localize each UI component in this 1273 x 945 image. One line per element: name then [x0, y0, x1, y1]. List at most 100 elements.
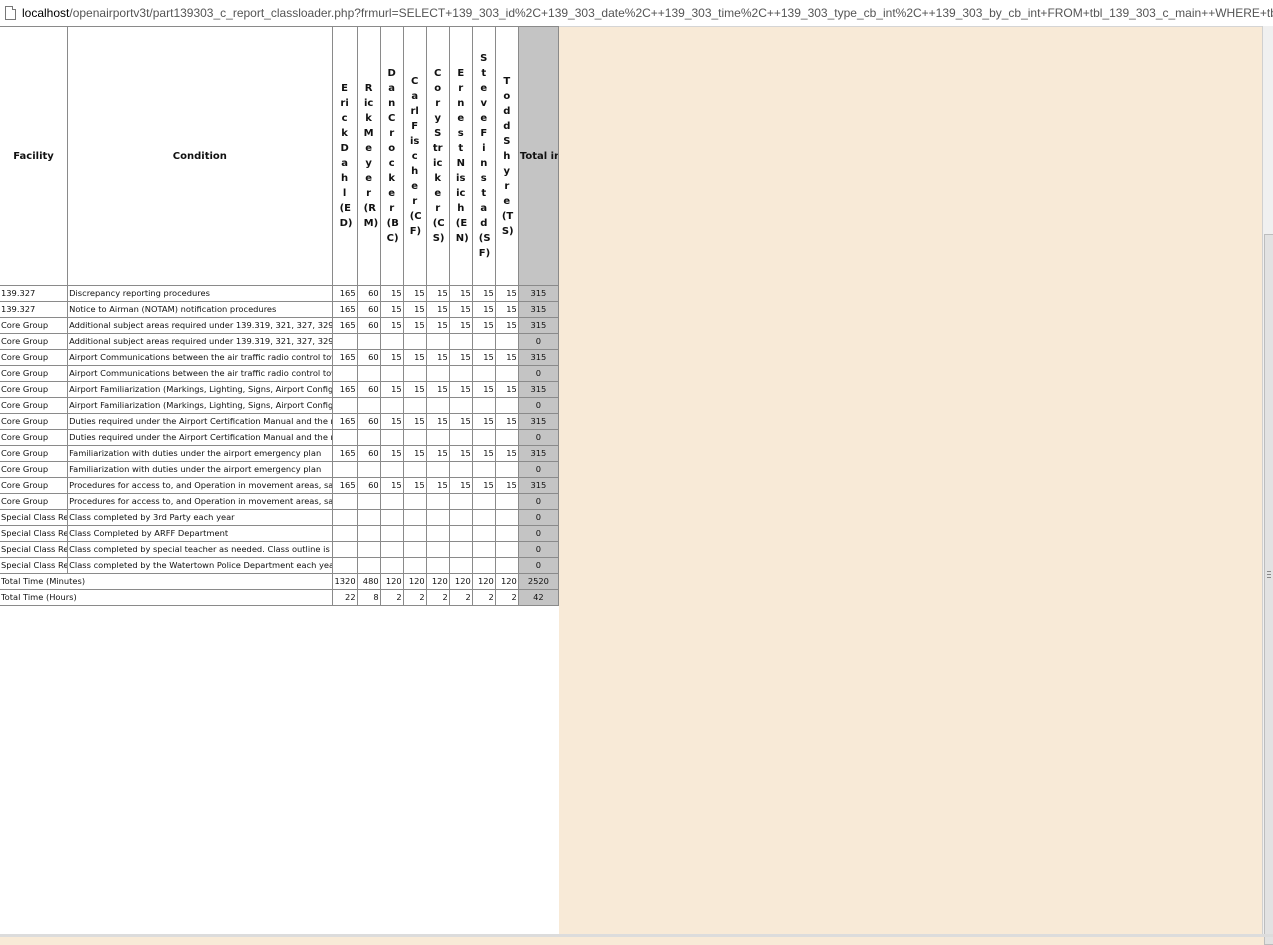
- minutes-cell: 15: [425, 413, 450, 430]
- minutes-cell: 15: [494, 413, 519, 430]
- minutes-cell: [494, 365, 519, 382]
- summary-value-cell: 120: [402, 573, 427, 590]
- minutes-cell: 60: [356, 477, 381, 494]
- summary-value-cell: 2: [494, 589, 519, 606]
- condition-cell: Familiarization with duties under the ai…: [67, 445, 333, 462]
- row-total-cell: 0: [517, 557, 559, 574]
- minutes-cell: [494, 397, 519, 414]
- row-total-cell: 315: [517, 301, 559, 318]
- minutes-cell: [425, 557, 450, 574]
- minutes-cell: [402, 525, 427, 542]
- condition-cell: Procedures for access to, and Operation …: [67, 477, 333, 494]
- summary-value-cell: 120: [494, 573, 519, 590]
- person-header: Dan Crocker (BC): [379, 26, 404, 286]
- minutes-cell: 15: [471, 413, 496, 430]
- minutes-cell: [331, 541, 358, 558]
- vertical-scrollbar[interactable]: [1262, 26, 1273, 945]
- minutes-cell: 15: [379, 285, 404, 302]
- person-header-label: Steve Finstad (SF): [478, 53, 491, 259]
- facility-cell: 139.327: [0, 285, 69, 302]
- minutes-cell: 15: [402, 381, 427, 398]
- minutes-cell: [471, 557, 496, 574]
- minutes-cell: 15: [471, 285, 496, 302]
- minutes-cell: 15: [471, 381, 496, 398]
- scroll-thumb[interactable]: [1264, 234, 1273, 945]
- minutes-cell: [448, 493, 473, 510]
- scroll-grip-icon: [1267, 571, 1271, 580]
- minutes-cell: 15: [448, 381, 473, 398]
- summary-label: Total Time (Minutes): [0, 573, 333, 590]
- minutes-cell: [379, 429, 404, 446]
- condition-cell: Notice to Airman (NOTAM) notification pr…: [67, 301, 333, 318]
- minutes-cell: [402, 429, 427, 446]
- condition-cell: Class completed by special teacher as ne…: [67, 541, 333, 558]
- header-row: Facility Condition Erick Dahl (ED) Rick M…: [0, 26, 559, 286]
- minutes-cell: 15: [425, 445, 450, 462]
- minutes-cell: 15: [494, 301, 519, 318]
- minutes-cell: [494, 525, 519, 542]
- minutes-cell: [379, 509, 404, 526]
- table-row: Special Class RequirementsClass Complete…: [0, 525, 559, 542]
- row-total-cell: 315: [517, 317, 559, 334]
- report-body: 139.327 Discrepancy reporting procedures 1…: [0, 285, 559, 606]
- table-row: Core Group Additional subject areas requi…: [0, 333, 559, 350]
- minutes-cell: 15: [379, 413, 404, 430]
- minutes-cell: [494, 333, 519, 350]
- summary-label: Total Time (Hours): [0, 589, 333, 606]
- minutes-cell: [356, 333, 381, 350]
- facility-cell: Core Group: [0, 429, 69, 446]
- person-header-label: Dan Crocker (BC): [386, 68, 399, 244]
- minutes-cell: [471, 509, 496, 526]
- row-total-cell: 0: [517, 541, 559, 558]
- minutes-cell: 15: [425, 285, 450, 302]
- minutes-cell: [448, 525, 473, 542]
- minutes-cell: 165: [331, 381, 358, 398]
- condition-cell: Duties required under the Airport Certif…: [67, 429, 333, 446]
- minutes-cell: [356, 493, 381, 510]
- minutes-cell: [471, 493, 496, 510]
- minutes-cell: [379, 493, 404, 510]
- table-row: 139.327 Notice to Airman (NOTAM) notifica…: [0, 301, 559, 318]
- minutes-cell: [402, 397, 427, 414]
- minutes-cell: [402, 493, 427, 510]
- condition-cell: Class completed by 3rd Party each year: [67, 509, 333, 526]
- summary-value-cell: 120: [379, 573, 404, 590]
- condition-cell: Additional subject areas required under …: [67, 333, 333, 350]
- facility-cell: Core Group: [0, 445, 69, 462]
- minutes-cell: [356, 557, 381, 574]
- minutes-cell: 15: [494, 285, 519, 302]
- minutes-cell: 15: [494, 477, 519, 494]
- minutes-cell: [471, 397, 496, 414]
- address-bar[interactable]: localhost/openairportv3t/part139303_c_re…: [0, 0, 1273, 27]
- minutes-cell: [356, 365, 381, 382]
- person-header: Steve Finstad (SF): [471, 26, 496, 286]
- minutes-cell: 15: [448, 301, 473, 318]
- minutes-cell: [448, 461, 473, 478]
- minutes-cell: [448, 365, 473, 382]
- condition-cell: Airport Familiarization (Markings, Light…: [67, 381, 333, 398]
- page-icon: [5, 6, 16, 20]
- minutes-cell: [379, 461, 404, 478]
- summary-value-cell: 480: [356, 573, 381, 590]
- table-row: Core Group Additional subject areas requi…: [0, 317, 559, 334]
- row-total-cell: 315: [517, 477, 559, 494]
- table-row: Special Class RequirementsClass complete…: [0, 509, 559, 526]
- minutes-cell: [402, 557, 427, 574]
- row-total-cell: 315: [517, 381, 559, 398]
- person-header: Todd Shyre (TS): [494, 26, 519, 286]
- minutes-cell: [471, 333, 496, 350]
- condition-cell: Airport Familiarization (Markings, Light…: [67, 397, 333, 414]
- person-header-label: Todd Shyre (TS): [501, 75, 514, 237]
- minutes-cell: [471, 461, 496, 478]
- row-total-cell: 0: [517, 397, 559, 414]
- summary-row: Total Time (Minutes) 1320 480 120 120 120 120 1…: [0, 573, 559, 590]
- facility-cell: Core Group: [0, 461, 69, 478]
- minutes-cell: 15: [425, 477, 450, 494]
- minutes-cell: [331, 525, 358, 542]
- minutes-cell: [379, 397, 404, 414]
- person-header: Erick Dahl (ED): [331, 26, 358, 286]
- minutes-cell: [402, 461, 427, 478]
- summary-value-cell: 22: [331, 589, 358, 606]
- minutes-cell: 15: [448, 285, 473, 302]
- url-text[interactable]: localhost/openairportv3t/part139303_c_re…: [22, 0, 1273, 26]
